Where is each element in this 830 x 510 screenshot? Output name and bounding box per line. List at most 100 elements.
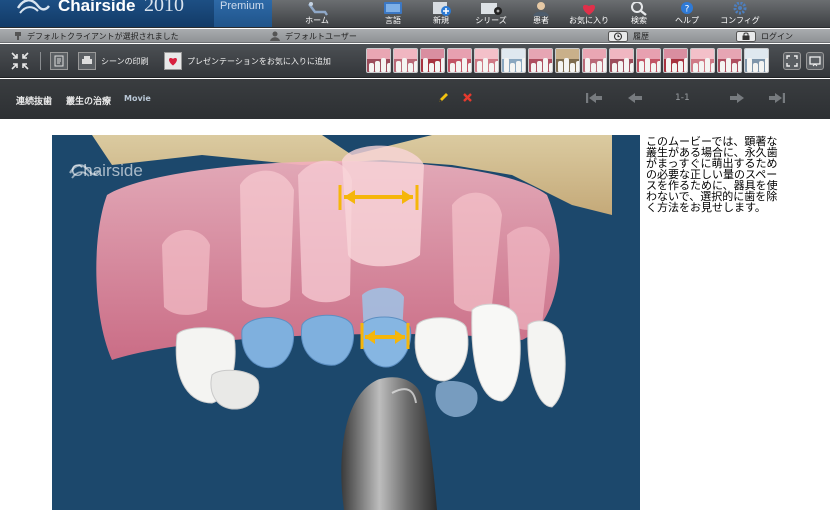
collapse-button[interactable] [10, 51, 30, 71]
primary-tooth-highlighted [300, 314, 355, 366]
thumbnail-gum [610, 49, 633, 60]
dental-chair-icon [308, 2, 328, 16]
fullscreen-button[interactable] [783, 51, 801, 71]
thumbnail-tooth [711, 62, 714, 72]
thumbnail-tooth [699, 60, 704, 72]
page-indicator: 1-1 [675, 93, 690, 103]
scene-thumbnail[interactable] [744, 48, 769, 73]
scene-thumbnail[interactable] [393, 48, 418, 73]
scene-thumbnail[interactable] [555, 48, 580, 73]
thumbnail-tooth [375, 60, 380, 72]
thumbnail-tooth [651, 62, 656, 72]
scene-thumbnail[interactable] [636, 48, 661, 73]
thumbnail-tooth [450, 62, 455, 72]
nav-search-label: 検索 [631, 16, 647, 25]
nav-home-label: ホーム [305, 16, 329, 25]
book-icon [384, 2, 402, 14]
nav-new[interactable]: 新規 [426, 0, 456, 27]
next-icon[interactable] [728, 91, 746, 105]
pencil-icon[interactable] [437, 92, 449, 104]
history-label: 履歴 [633, 31, 649, 41]
nav-favorites[interactable]: お気に入り [566, 0, 612, 27]
thumbnail-tooth [705, 58, 710, 72]
brand-year: 2010 [144, 0, 184, 16]
incisor [414, 317, 469, 382]
nav-favorites-label: お気に入り [569, 16, 609, 25]
slides-icon [50, 52, 68, 70]
thumbnail-tooth [603, 58, 606, 72]
thumbnail-tooth [591, 62, 596, 72]
scene-thumbnail[interactable] [528, 48, 553, 73]
scene-thumbnail-strip [366, 48, 769, 74]
movie-player[interactable]: Chairside [52, 135, 640, 510]
previous-icon[interactable] [626, 91, 644, 105]
nav-config[interactable]: コンフィグ [720, 0, 760, 27]
first-page-icon[interactable] [585, 91, 603, 105]
thumbnail-gum [448, 49, 471, 60]
film-reel-icon [481, 3, 502, 15]
thumbnail-gum [529, 49, 552, 60]
presentation-title-bar: 連続抜歯 叢生の治療 Movie 1-1 [0, 79, 830, 119]
scene-thumbnail[interactable] [690, 48, 715, 73]
login-label: ログイン [761, 31, 793, 41]
nav-patients[interactable]: 患者 [526, 0, 556, 27]
printer-icon [78, 52, 96, 70]
toolbar-divider [40, 52, 41, 70]
thumbnail-tooth [657, 60, 660, 72]
user-status-text: デフォルトユーザー [285, 31, 357, 41]
thumbnail-tooth [576, 60, 579, 72]
thumbnail-gum [367, 49, 390, 60]
breadcrumb-topic: 叢生の治療 [66, 97, 112, 107]
scene-thumbnail[interactable] [582, 48, 607, 73]
nav-search[interactable]: 検索 [622, 0, 656, 27]
primary-tooth-highlighted [360, 316, 412, 368]
thumbnail-tooth [747, 58, 752, 72]
thumbnail-tooth [678, 60, 683, 72]
thumbnail-tooth [639, 60, 644, 72]
thumbnail-tooth [423, 58, 428, 72]
client-selector[interactable]: デフォルトクライアントが選択されました [14, 29, 179, 43]
nav-help-label: ヘルプ [675, 16, 699, 25]
breadcrumb-category[interactable]: 連続抜歯 [16, 94, 52, 107]
scene-thumbnail[interactable] [366, 48, 391, 73]
nav-help[interactable]: ? ヘルプ [672, 0, 702, 27]
thumbnail-tooth [549, 62, 552, 72]
brand-edition: Premium [214, 0, 272, 27]
primary-tooth-highlighted [241, 317, 295, 369]
nav-series[interactable]: シリーズ [472, 0, 510, 27]
thumbnail-tooth [543, 58, 548, 72]
scene-thumbnail[interactable] [447, 48, 472, 73]
login-button[interactable]: ログイン [736, 29, 793, 43]
svg-text:?: ? [685, 5, 690, 15]
chairside-wave-icon [16, 0, 50, 14]
nav-home[interactable]: ホーム [302, 0, 332, 27]
print-scene-button[interactable]: シーンの印刷 [78, 51, 149, 71]
scene-thumbnail[interactable] [501, 48, 526, 73]
thumbnail-tooth [441, 58, 444, 72]
thumbnail-tooth [684, 58, 687, 72]
thumbnail-tooth [558, 60, 563, 72]
user-selector[interactable]: デフォルトユーザー [270, 29, 357, 43]
thumbnail-tooth [720, 60, 725, 72]
scene-thumbnail[interactable] [609, 48, 634, 73]
thumbnail-tooth [765, 58, 768, 72]
clock-icon [608, 30, 628, 42]
last-page-icon[interactable] [768, 91, 786, 105]
magnifier-icon [631, 2, 647, 16]
scene-thumbnail[interactable] [663, 48, 688, 73]
media-type-label: Movie [124, 94, 151, 103]
scene-thumbnail[interactable] [420, 48, 445, 73]
thumbnail-tooth [483, 58, 488, 72]
history-button[interactable]: 履歴 [608, 29, 649, 43]
thumbnail-tooth [531, 62, 536, 72]
thumbnail-tooth [516, 60, 521, 72]
nav-new-label: 新規 [433, 16, 449, 25]
presentation-button[interactable] [806, 51, 824, 71]
cross-icon[interactable] [462, 92, 473, 103]
add-to-favorites-button[interactable]: プレゼンテーションをお気に入りに追加 [164, 51, 331, 71]
slides-button[interactable] [50, 51, 68, 71]
nav-glossary[interactable]: 言語 [376, 0, 410, 27]
nav-config-label: コンフィグ [720, 16, 760, 25]
scene-thumbnail[interactable] [717, 48, 742, 73]
scene-thumbnail[interactable] [474, 48, 499, 73]
